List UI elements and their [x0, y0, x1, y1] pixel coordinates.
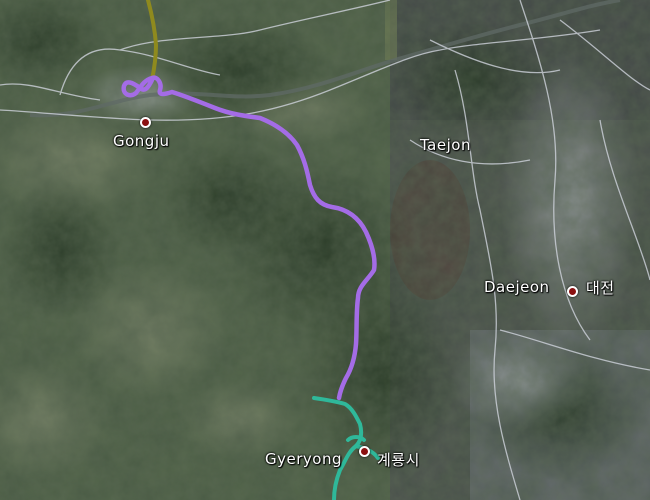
place-label-daejeon[interactable]: Daejeon: [484, 278, 550, 296]
satellite-map[interactable]: Gongju Taejon Daejeon 대전 Gyeryong 계룡시: [0, 0, 650, 500]
place-label-taejon[interactable]: Taejon: [420, 136, 471, 154]
gongju-marker[interactable]: [140, 117, 151, 128]
place-label-daejeon-ko[interactable]: 대전: [586, 277, 615, 298]
gyeryong-marker[interactable]: [359, 446, 370, 457]
map-imagery: [0, 0, 650, 500]
place-label-gyeryong[interactable]: Gyeryong: [265, 450, 342, 468]
place-label-gongju[interactable]: Gongju: [113, 132, 170, 150]
place-label-gyeryong-ko[interactable]: 계룡시: [377, 449, 420, 470]
daejeon-marker[interactable]: [567, 286, 578, 297]
